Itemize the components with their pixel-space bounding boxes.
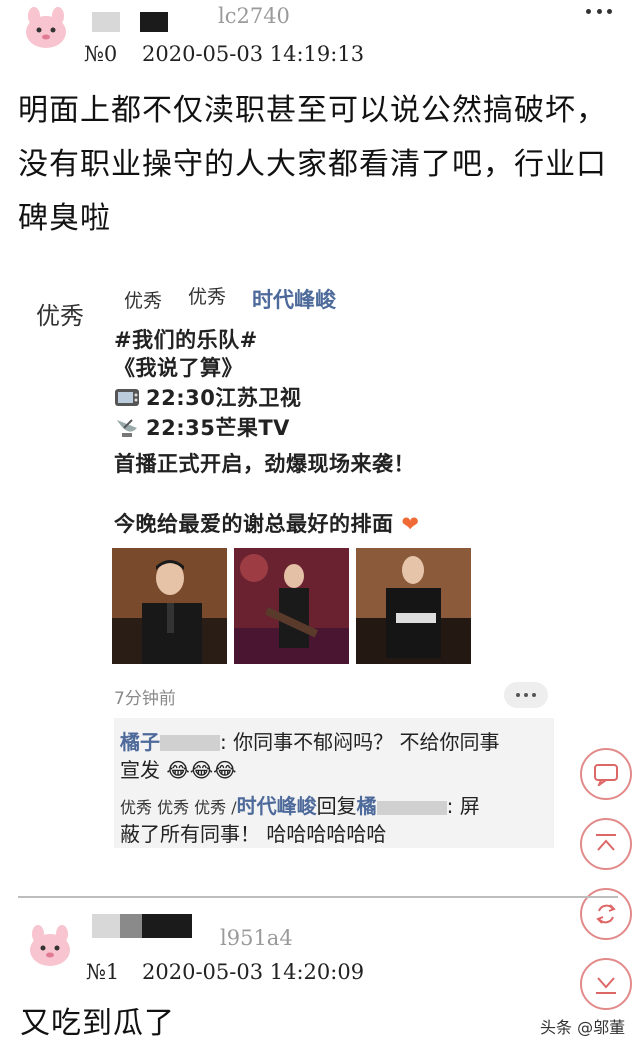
laugh-cry-icon: 😂😂😂	[166, 758, 237, 782]
tonight-line: 今晚给最爱的谢总最好的排面 ❤	[114, 512, 420, 536]
comment-icon	[594, 764, 618, 786]
comment-author[interactable]: 橘子	[120, 730, 160, 754]
post-body: 又吃到瓜了	[20, 1006, 175, 1041]
handwriting: 优秀	[36, 302, 84, 330]
avatar[interactable]	[20, 4, 72, 52]
photo-thumbnail[interactable]	[234, 548, 349, 664]
watermark: 头条 @邬董	[540, 1018, 626, 1037]
hashtag[interactable]: #我们的乐队#	[114, 324, 258, 354]
comment-1: 橘子 : 你同事不郁闷吗？ 不给你同事	[120, 726, 499, 755]
back-to-top-icon	[596, 834, 616, 851]
more-icon[interactable]	[586, 6, 612, 16]
avatar[interactable]	[24, 922, 76, 970]
user-id: l951a4	[220, 926, 293, 950]
masked-username	[92, 12, 120, 32]
airtime-tv: 22:30江苏卫视	[114, 382, 301, 412]
masked-username	[142, 914, 192, 938]
author-name[interactable]: 时代峰峻	[252, 284, 336, 314]
comment-1-cont: 宣发 😂😂😂	[120, 758, 237, 782]
divider	[18, 896, 618, 898]
comment-button[interactable]	[580, 748, 632, 800]
heart-icon: ❤	[401, 512, 420, 536]
floor-number: №1	[86, 960, 120, 984]
handwriting: 优秀	[188, 286, 227, 308]
post-options-button[interactable]	[504, 682, 548, 708]
comment-author[interactable]: 时代峰峻	[237, 794, 317, 818]
satellite-dish-icon	[114, 416, 140, 438]
timestamp: 2020-05-03 14:20:09	[142, 960, 365, 984]
comment-2-cont: 蔽了所有同事！ 哈哈哈哈哈哈	[120, 822, 387, 846]
comment-2: 优秀 优秀 优秀 /时代峰峻回复橘: 屏	[120, 794, 480, 818]
embedded-screenshot: 优秀 优秀 优秀 时代峰峻 #我们的乐队# 《我说了算》 22:30江苏卫视 2…	[36, 268, 582, 858]
user-id: lc2740	[218, 4, 290, 28]
time-ago: 7分钟前	[114, 689, 176, 709]
tv-icon	[114, 386, 140, 408]
airtime-mango: 22:35芒果TV	[114, 412, 290, 442]
timestamp: 2020-05-03 14:19:13	[142, 42, 365, 66]
masked-username	[140, 12, 168, 32]
masked-username	[120, 914, 142, 938]
comment-text: : 屏	[446, 794, 480, 818]
masked-username	[92, 914, 120, 938]
post-0: lc2740 №0 2020-05-03 14:19:13 明面上都不仅渎职甚至…	[0, 0, 640, 240]
handwriting: 优秀	[124, 290, 163, 312]
premiere-line: 首播正式开启，劲爆现场来袭！	[114, 452, 415, 476]
photo-thumbnail[interactable]	[356, 548, 471, 664]
comment-text: : 你同事不郁闷吗？ 不给你同事	[220, 730, 500, 754]
photo-thumbnail[interactable]	[112, 548, 227, 664]
post-body: 明面上都不仅渎职甚至可以说公然搞破坏， 没有职业操守的人大家都看清了吧，行业口 …	[18, 93, 607, 236]
back-to-top-button[interactable]	[580, 818, 632, 870]
show-title: 《我说了算》	[114, 356, 243, 380]
floor-number: №0	[84, 42, 118, 66]
comment-list: 橘子 : 你同事不郁闷吗？ 不给你同事 宣发 😂😂😂 优秀 优秀 优秀 /时代峰峻…	[114, 718, 554, 848]
